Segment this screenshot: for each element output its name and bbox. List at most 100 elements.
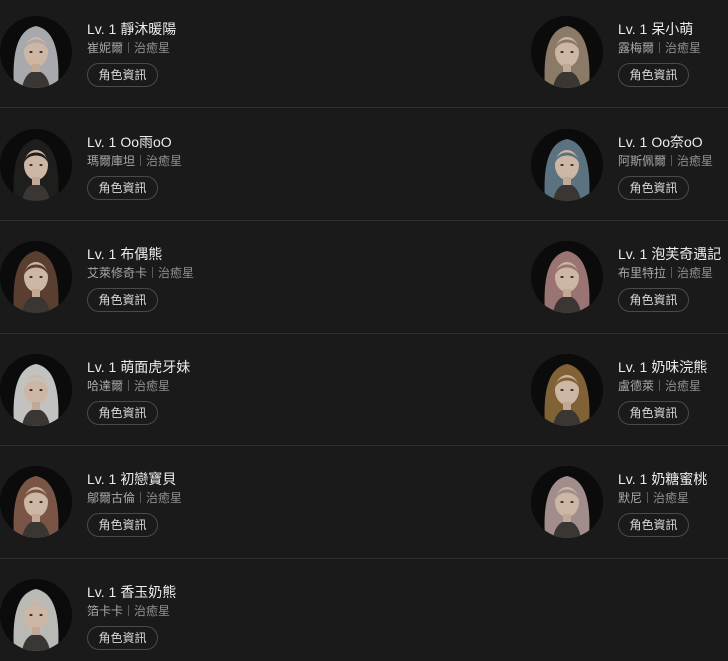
character-subtitle: 哈達爾 治癒星 [87,378,170,394]
separator [140,492,142,503]
player-name: 呆小萌 [651,21,694,37]
character-card: Lv. 1 泡芙奇遇記 布里特拉 治癒星 角色資訊 [531,241,728,341]
character-info-button[interactable]: 角色資訊 [87,626,158,650]
character-info-button[interactable]: 角色資訊 [618,513,689,537]
character-info-button[interactable]: 角色資訊 [87,176,158,200]
level-label: Lv. 1 [87,21,117,37]
planet-label: 治癒星 [677,266,714,280]
separator [659,380,661,391]
character-card: Lv. 1 香玉奶熊箔卡卡 治癒星角色資訊 [0,579,200,661]
character-class: 阿斯佩爾 [618,154,667,168]
character-subtitle: 箔卡卡 治癒星 [87,603,170,619]
player-name: 布偶熊 [120,246,163,262]
character-class: 瑪爾庫坦 [87,154,136,168]
character-card: Lv. 1 布偶熊艾萊修奇卡 治癒星角色資訊 [0,241,200,341]
planet-label: 治癒星 [146,154,183,168]
character-subtitle: 艾萊修奇卡 治癒星 [87,265,194,281]
level-label: Lv. 1 [87,359,117,375]
separator [152,267,154,278]
planet-label: 治癒星 [665,379,702,393]
character-avatar[interactable] [531,16,603,88]
level-label: Lv. 1 [618,134,648,150]
character-card: Lv. 1 奶糖蜜桃 默尼 治癒星 角色資訊 [531,466,728,566]
character-title: Lv. 1 Oo雨oO [87,133,172,151]
character-class: 鄔爾古倫 [87,491,136,505]
character-info-button[interactable]: 角色資訊 [87,513,158,537]
character-info-button[interactable]: 角色資訊 [618,63,689,87]
planet-label: 治癒星 [653,491,690,505]
separator [647,492,649,503]
character-title: Lv. 1 靜沐暖陽 [87,20,176,38]
character-title: Lv. 1 奶糖蜜桃 [618,470,707,488]
player-name: 泡芙奇遇記 [651,246,722,262]
separator [128,380,130,391]
player-name: 香玉奶熊 [120,584,177,600]
character-avatar[interactable] [531,466,603,538]
level-label: Lv. 1 [87,584,117,600]
character-title: Lv. 1 Oo奈oO [618,133,703,151]
level-label: Lv. 1 [618,471,648,487]
character-info-button[interactable]: 角色資訊 [618,288,689,312]
character-card: Lv. 1 奶味浣熊 盧德萊 治癒星 角色資訊 [531,354,728,454]
character-avatar[interactable] [0,129,72,201]
level-label: Lv. 1 [618,359,648,375]
character-subtitle: 崔妮爾 治癒星 [87,40,170,56]
character-card: Lv. 1 靜沐暖陽 崔妮爾 治癒星 角色資訊 [0,16,200,116]
separator [128,42,130,53]
character-info-button[interactable]: 角色資訊 [87,401,158,425]
character-avatar[interactable] [0,466,72,538]
character-subtitle: 露梅爾 治癒星 [618,40,701,56]
planet-label: 治癒星 [146,491,183,505]
character-title: Lv. 1 奶味浣熊 [618,358,707,376]
character-class: 盧德萊 [618,379,655,393]
planet-label: 治癒星 [134,41,171,55]
level-label: Lv. 1 [87,471,117,487]
character-avatar[interactable] [0,241,72,313]
character-class: 露梅爾 [618,41,655,55]
character-subtitle: 瑪爾庫坦 治癒星 [87,153,182,169]
character-card: Lv. 1 萌面虎牙妹 哈達爾 治癒星 角色資訊 [0,354,200,454]
character-class: 哈達爾 [87,379,124,393]
level-label: Lv. 1 [618,21,648,37]
character-info-button[interactable]: 角色資訊 [618,176,689,200]
character-info-button[interactable]: 角色資訊 [618,401,689,425]
planet-label: 治癒星 [677,154,714,168]
player-name: 萌面虎牙妹 [120,359,191,375]
character-avatar[interactable] [0,579,72,651]
character-list: Lv. 1 靜沐暖陽 崔妮爾 治癒星 角色資訊 Lv. 1 呆小萌 露梅爾 治癒星 角色資訊 Lv.… [0,0,728,661]
character-info-button[interactable]: 角色資訊 [87,288,158,312]
separator [671,155,673,166]
character-info-button[interactable]: 角色資訊 [87,63,158,87]
character-avatar[interactable] [531,354,603,426]
character-subtitle: 鄔爾古倫 治癒星 [87,490,182,506]
character-title: Lv. 1 初戀寶貝 [87,470,176,488]
character-card: Lv. 1 Oo雨oO 瑪爾庫坦 治癒星角色資訊 [0,129,200,229]
separator [659,42,661,53]
character-title: Lv. 1 萌面虎牙妹 [87,358,190,376]
separator [140,155,142,166]
planet-label: 治癒星 [134,604,171,618]
character-class: 箔卡卡 [87,604,124,618]
character-avatar[interactable] [0,354,72,426]
character-avatar[interactable] [531,129,603,201]
character-subtitle: 阿斯佩爾 治癒星 [618,153,713,169]
planet-label: 治癒星 [134,379,171,393]
character-avatar[interactable] [0,16,72,88]
character-title: Lv. 1 布偶熊 [87,245,162,263]
character-card: Lv. 1 Oo奈oO 阿斯佩爾 治癒星角色資訊 [531,129,728,229]
character-class: 布里特拉 [618,266,667,280]
player-name: Oo雨oO [120,134,172,150]
player-name: 靜沐暖陽 [120,21,177,37]
separator [128,605,130,616]
player-name: Oo奈oO [651,134,703,150]
character-subtitle: 默尼 治癒星 [618,490,689,506]
character-subtitle: 布里特拉 治癒星 [618,265,713,281]
planet-label: 治癒星 [158,266,195,280]
player-name: 初戀寶貝 [120,471,177,487]
character-avatar[interactable] [531,241,603,313]
character-subtitle: 盧德萊 治癒星 [618,378,701,394]
character-card: Lv. 1 呆小萌露梅爾 治癒星角色資訊 [531,16,728,116]
character-class: 默尼 [618,491,643,505]
character-title: Lv. 1 泡芙奇遇記 [618,245,721,263]
level-label: Lv. 1 [618,246,648,262]
